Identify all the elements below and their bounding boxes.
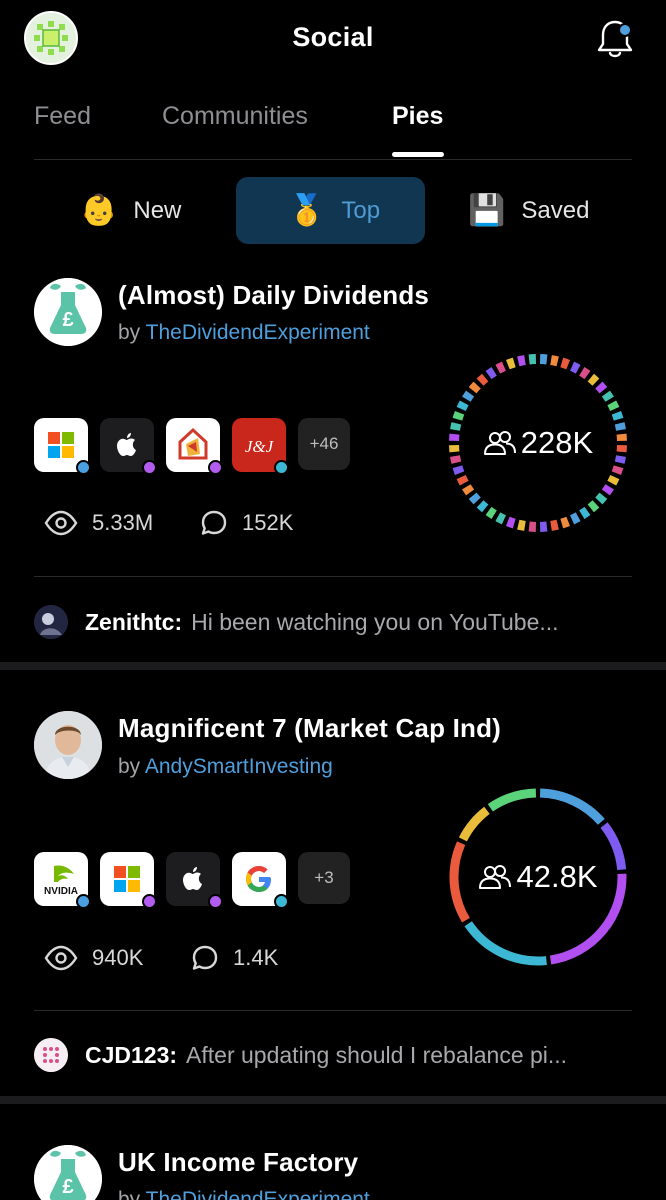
filter-new[interactable]: 👶 New xyxy=(80,177,220,244)
byline-prefix: by xyxy=(118,755,141,778)
pie-title[interactable]: (Almost) Daily Dividends xyxy=(118,280,429,311)
views-count: 5.33M xyxy=(92,510,154,535)
holding-dot xyxy=(142,460,157,475)
divider xyxy=(34,1010,632,1011)
byline-prefix: by xyxy=(118,321,141,344)
holding-microsoft[interactable] xyxy=(34,418,91,475)
commenter-name: CJD123: xyxy=(85,1041,178,1068)
svg-text:£: £ xyxy=(62,309,73,331)
pie-author-link[interactable]: AndySmartInvesting xyxy=(145,755,333,778)
followers-stat: 228K xyxy=(444,349,632,537)
holding-apple[interactable] xyxy=(166,852,223,909)
holding-dot xyxy=(76,894,91,909)
byline-prefix: by xyxy=(118,1188,141,1200)
holding-dot xyxy=(208,460,223,475)
comment-bubble-icon xyxy=(192,945,218,970)
filter-new-label: New xyxy=(133,196,182,224)
latest-comment[interactable]: CJD123: After updating should I rebalanc… xyxy=(34,1038,632,1072)
followers-count: 42.8K xyxy=(516,859,598,894)
holding-dot xyxy=(274,894,289,909)
latest-comment[interactable]: Zenithtc: Hi been watching you on YouTub… xyxy=(34,605,632,639)
holding-dot xyxy=(274,460,289,475)
tab-feed[interactable]: Feed xyxy=(34,102,91,131)
active-tab-indicator xyxy=(392,152,444,157)
comments-stat[interactable]: 152K xyxy=(200,509,293,537)
more-holdings-badge[interactable]: +46 xyxy=(298,418,350,470)
pie-title[interactable]: Magnificent 7 (Market Cap Ind) xyxy=(118,713,501,744)
views-count: 940K xyxy=(92,945,144,970)
pie-byline: by AndySmartInvesting xyxy=(118,755,333,779)
holding-nvidia[interactable]: NVIDIA xyxy=(34,852,91,909)
tab-communities[interactable]: Communities xyxy=(162,102,308,131)
holding-microsoft[interactable] xyxy=(100,852,157,909)
dividend-flask-icon: £ xyxy=(34,278,102,346)
followers-icon xyxy=(483,431,516,455)
commenter-avatar xyxy=(34,1038,68,1072)
followers-count: 228K xyxy=(520,425,594,460)
commenter-name: Zenithtc: xyxy=(85,608,183,635)
header: Social xyxy=(0,0,666,80)
holding-realty-income[interactable] xyxy=(166,418,223,475)
bell-icon[interactable] xyxy=(594,16,636,60)
views-stat: 5.33M xyxy=(44,509,153,537)
svg-text:NVIDIA: NVIDIA xyxy=(44,886,78,897)
baby-icon: 👶 xyxy=(80,193,118,227)
comment-bubble-icon xyxy=(201,510,227,535)
holding-dot xyxy=(142,894,157,909)
tab-pies[interactable]: Pies xyxy=(392,102,443,131)
filter-top[interactable]: 🥇 Top xyxy=(236,177,425,244)
filter-saved-label: Saved xyxy=(521,196,590,224)
tab-bar: Feed Communities Pies xyxy=(34,96,632,160)
card-separator xyxy=(0,662,666,670)
pie-author-link[interactable]: TheDividendExperiment xyxy=(146,321,370,344)
pie-byline: by TheDividendExperiment xyxy=(118,321,370,345)
pie-byline: by TheDividendExperiment xyxy=(118,1188,370,1200)
holding-apple[interactable] xyxy=(100,418,157,475)
commenter-avatar xyxy=(34,605,68,639)
comment-text: Hi been watching you on YouTube... xyxy=(191,608,559,635)
divider xyxy=(34,576,632,577)
floppy-disk-icon: 💾 xyxy=(468,193,506,227)
followers-stat: 42.8K xyxy=(444,783,632,971)
filter-top-label: Top xyxy=(341,196,381,224)
filter-saved[interactable]: 💾 Saved xyxy=(468,177,618,244)
author-avatar xyxy=(34,711,102,779)
eye-icon xyxy=(44,510,78,536)
more-holdings-badge[interactable]: +3 xyxy=(298,852,350,904)
holding-google[interactable] xyxy=(232,852,289,909)
comments-count: 152K xyxy=(242,510,294,535)
holding-johnson-and-johnson[interactable]: J&J xyxy=(232,418,289,475)
holding-dot xyxy=(208,894,223,909)
svg-text:J&J: J&J xyxy=(245,437,275,456)
comments-stat[interactable]: 1.4K xyxy=(191,944,278,972)
card-separator xyxy=(0,1096,666,1104)
holding-dot xyxy=(76,460,91,475)
pie-title[interactable]: UK Income Factory xyxy=(118,1147,358,1178)
pie-author-link[interactable]: TheDividendExperiment xyxy=(146,1188,370,1200)
page-title: Social xyxy=(292,22,374,52)
svg-text:£: £ xyxy=(62,1176,73,1198)
dividend-flask-icon: £ xyxy=(34,1145,102,1200)
comment-text: After updating should I rebalance pi... xyxy=(186,1041,568,1068)
comments-count: 1.4K xyxy=(233,945,279,970)
medal-icon: 🥇 xyxy=(288,193,326,227)
eye-icon xyxy=(44,945,78,971)
views-stat: 940K xyxy=(44,944,143,972)
followers-icon xyxy=(479,865,512,889)
